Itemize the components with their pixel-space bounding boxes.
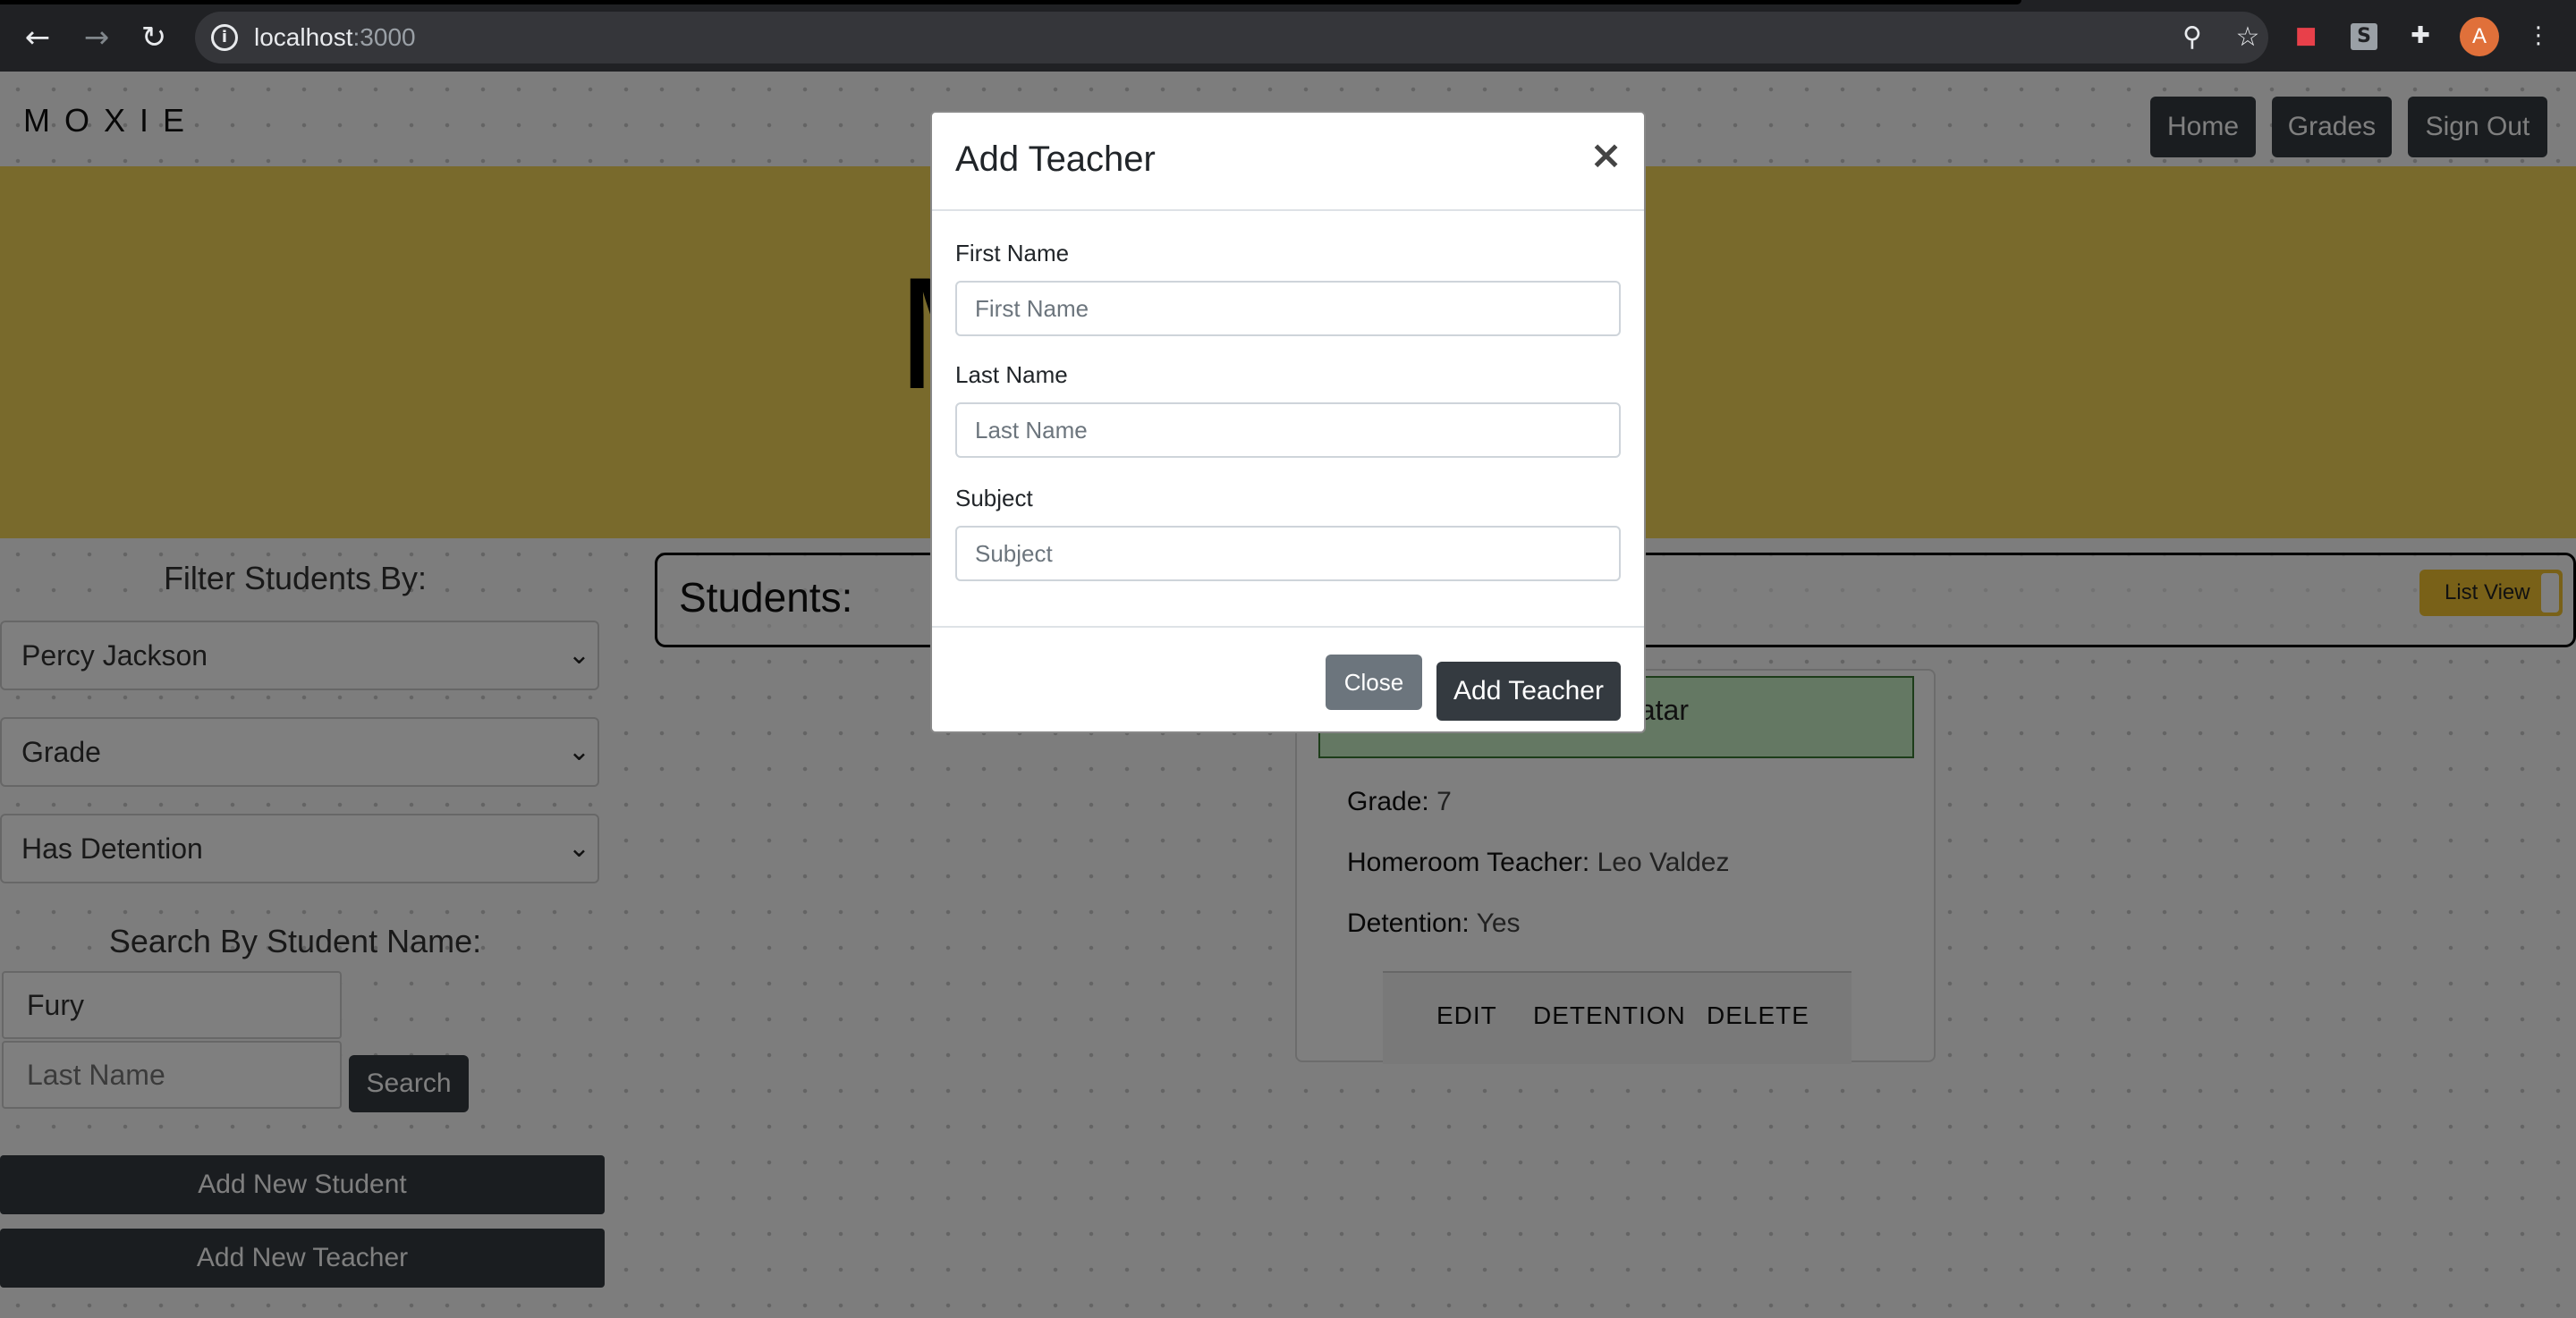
modal-header: Add Teacher × — [932, 113, 1644, 211]
browser-toolbar: ← → ↻ i localhost:3000 ⚲ ☆ ■ S ✚ A ⋮ — [0, 0, 2576, 72]
puzzle-extensions-icon[interactable]: ✚ — [2404, 20, 2436, 52]
first-name-label: First Name — [955, 240, 1070, 266]
s-extension-icon[interactable]: S — [2351, 23, 2377, 50]
add-teacher-modal: Add Teacher × First Name First Name Last… — [930, 111, 1646, 733]
zoom-icon[interactable]: ⚲ — [2175, 21, 2209, 55]
modal-footer: Close Add Teacher — [932, 626, 1644, 733]
subject-input[interactable]: Subject — [955, 526, 1621, 581]
subject-label: Subject — [955, 485, 1033, 511]
bookmark-star-icon[interactable]: ☆ — [2231, 21, 2265, 55]
last-name-label: Last Name — [955, 361, 1068, 388]
site-info-icon[interactable]: i — [211, 24, 238, 51]
last-name-input[interactable]: Last Name — [955, 402, 1621, 458]
first-name-input[interactable]: First Name — [955, 281, 1621, 336]
tab-strip-edge — [0, 0, 2021, 4]
record-extension-icon[interactable]: ■ — [2290, 20, 2322, 52]
reload-icon[interactable]: ↻ — [136, 20, 172, 55]
forward-arrow-icon[interactable]: → — [79, 20, 114, 55]
close-button[interactable]: Close — [1326, 655, 1422, 710]
add-teacher-submit-button[interactable]: Add Teacher — [1436, 662, 1621, 721]
back-arrow-icon[interactable]: ← — [20, 20, 55, 55]
address-bar[interactable]: i localhost:3000 ⚲ ☆ — [195, 12, 2268, 63]
close-icon[interactable]: × — [1589, 132, 1623, 178]
kebab-menu-icon[interactable]: ⋮ — [2522, 20, 2555, 52]
profile-avatar[interactable]: A — [2460, 17, 2499, 56]
url-text[interactable]: localhost:3000 — [254, 23, 416, 52]
modal-title: Add Teacher — [955, 139, 1156, 179]
